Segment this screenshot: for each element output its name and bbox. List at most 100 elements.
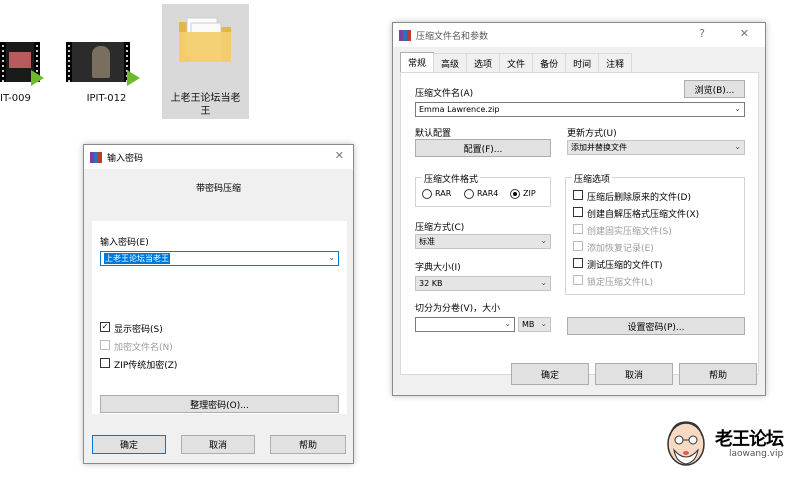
chevron-down-icon[interactable]: ⌄ <box>540 278 547 287</box>
method-label: 压缩方式(C) <box>415 223 465 233</box>
tab-strip: 常规 高级 选项 文件 备份 时间 注释 <box>400 52 633 72</box>
zip-legacy-checkbox[interactable] <box>100 358 110 368</box>
password-dialog-titlebar[interactable]: 输入密码 ✕ <box>84 145 353 169</box>
method-select[interactable]: 标准 ⌄ <box>415 234 551 249</box>
format-zip-radio[interactable] <box>510 189 520 199</box>
format-rar4-radio[interactable] <box>464 189 474 199</box>
password-dialog-title: 输入密码 <box>107 153 144 164</box>
chevron-down-icon[interactable]: ⌄ <box>328 253 335 262</box>
tab-backup[interactable]: 备份 <box>532 53 567 72</box>
format-group: 压缩文件格式 RAR RAR4 ZIP <box>415 172 551 207</box>
method-value: 标准 <box>419 237 435 246</box>
options-group-label: 压缩选项 <box>572 172 613 185</box>
winrar-icon <box>399 29 411 41</box>
archive-name-value: Emma Lawrence.zip <box>419 105 500 114</box>
solid-archive-checkbox[interactable] <box>573 224 583 234</box>
tab-options[interactable]: 选项 <box>466 53 501 72</box>
tab-general[interactable]: 常规 <box>400 52 435 72</box>
recovery-record-checkbox[interactable] <box>573 241 583 251</box>
file-tile-folder[interactable]: 上老王论坛当老王 <box>162 4 249 119</box>
delete-after-label: 压缩后删除原来的文件(D) <box>587 193 691 203</box>
file-label: 上老王论坛当老王 <box>170 93 241 117</box>
archive-name-input[interactable]: Emma Lawrence.zip ⌄ <box>415 102 745 117</box>
format-rar4-label: RAR4 <box>477 189 499 198</box>
help-icon[interactable]: ? <box>699 27 705 40</box>
set-password-button[interactable]: 设置密码(P)... <box>567 317 745 335</box>
general-tab-panel: 压缩文件名(A) 浏览(B)... Emma Lawrence.zip ⌄ 默认… <box>400 72 759 375</box>
lock-archive-checkbox[interactable] <box>573 275 583 285</box>
tab-time[interactable]: 时间 <box>565 53 600 72</box>
file-label: IPIT-012 <box>86 93 127 104</box>
logo-name: 老王论坛 <box>715 429 784 450</box>
dict-size-select[interactable]: 32 KB ⌄ <box>415 276 551 291</box>
help-button[interactable]: 帮助 <box>679 363 757 385</box>
chevron-down-icon[interactable]: ⌄ <box>540 236 547 245</box>
dict-size-value: 32 KB <box>419 279 443 288</box>
solid-archive-label: 创建固实压缩文件(S) <box>587 227 672 237</box>
browse-button[interactable]: 浏览(B)... <box>684 80 745 98</box>
ok-button[interactable]: 确定 <box>92 435 166 454</box>
format-rar-label: RAR <box>435 189 452 198</box>
play-badge-icon <box>31 70 44 86</box>
delete-after-checkbox[interactable] <box>573 190 583 200</box>
format-zip-label: ZIP <box>523 189 536 198</box>
archive-dialog-title: 压缩文件名和参数 <box>416 31 489 42</box>
password-dialog: 输入密码 ✕ 带密码压缩 输入密码(E) 上老王论坛当老王 ⌄ ✓ 显示密码(S… <box>83 144 354 464</box>
update-mode-label: 更新方式(U) <box>567 129 617 139</box>
dict-size-label: 字典大小(I) <box>415 263 461 273</box>
encrypt-names-checkbox[interactable] <box>100 340 110 350</box>
options-group: 压缩选项 压缩后删除原来的文件(D) 创建自解压格式压缩文件(X) 创建固实压缩… <box>565 172 745 295</box>
split-unit-value: MB <box>522 320 535 329</box>
profiles-button[interactable]: 配置(F)... <box>415 139 551 157</box>
update-mode-value: 添加并替换文件 <box>571 143 627 152</box>
chevron-down-icon[interactable]: ⌄ <box>540 319 547 328</box>
video-thumbnail-icon <box>66 42 130 82</box>
play-badge-icon <box>127 70 140 86</box>
folder-icon <box>179 17 231 62</box>
create-sfx-label: 创建自解压格式压缩文件(X) <box>587 210 700 220</box>
test-files-checkbox[interactable] <box>573 258 583 268</box>
winrar-icon <box>90 151 102 163</box>
cancel-button[interactable]: 取消 <box>595 363 673 385</box>
file-tile-it-009[interactable]: IT-009 <box>0 4 52 119</box>
zip-legacy-label: ZIP传统加密(Z) <box>114 361 178 371</box>
help-button[interactable]: 帮助 <box>270 435 346 454</box>
lock-archive-label: 锁定压缩文件(L) <box>587 278 654 288</box>
chevron-down-icon[interactable]: ⌄ <box>734 104 741 113</box>
tab-files[interactable]: 文件 <box>499 53 534 72</box>
split-unit-select[interactable]: MB ⌄ <box>518 317 551 332</box>
site-logo: 老王论坛 laowang.vip <box>664 418 796 470</box>
archive-dialog: 压缩文件名和参数 ? ✕ 常规 高级 选项 文件 备份 时间 注释 压缩文件名(… <box>392 22 766 396</box>
format-rar-radio[interactable] <box>422 189 432 199</box>
close-icon[interactable]: ✕ <box>740 27 749 40</box>
tab-comment[interactable]: 注释 <box>598 53 633 72</box>
recovery-record-label: 添加恢复记录(E) <box>587 244 654 254</box>
default-profile-label: 默认配置 <box>415 129 452 139</box>
split-label: 切分为分卷(V)，大小 <box>415 304 501 314</box>
ok-button[interactable]: 确定 <box>511 363 589 385</box>
organize-passwords-button[interactable]: 整理密码(O)... <box>100 395 339 413</box>
password-dialog-heading: 带密码压缩 <box>195 184 241 194</box>
archive-name-label: 压缩文件名(A) <box>415 89 474 99</box>
chevron-down-icon[interactable]: ⌄ <box>734 142 741 151</box>
password-label: 输入密码(E) <box>100 238 149 248</box>
create-sfx-checkbox[interactable] <box>573 207 583 217</box>
close-icon[interactable]: ✕ <box>335 149 344 162</box>
encrypt-names-label: 加密文件名(N) <box>114 343 173 353</box>
password-input[interactable]: 上老王论坛当老王 ⌄ <box>100 251 339 266</box>
file-tile-ipit-012[interactable]: IPIT-012 <box>61 4 152 119</box>
password-panel: 输入密码(E) 上老王论坛当老王 ⌄ ✓ 显示密码(S) 加密文件名(N) ZI… <box>92 221 347 414</box>
test-files-label: 测试压缩的文件(T) <box>587 261 663 271</box>
update-mode-select[interactable]: 添加并替换文件 ⌄ <box>567 140 745 155</box>
logo-url: laowang.vip <box>729 449 784 459</box>
old-man-face-icon <box>667 421 705 466</box>
cancel-button[interactable]: 取消 <box>181 435 255 454</box>
tab-advanced[interactable]: 高级 <box>433 53 468 72</box>
format-group-label: 压缩文件格式 <box>422 172 481 185</box>
archive-dialog-titlebar[interactable]: 压缩文件名和参数 ? ✕ <box>393 23 765 47</box>
show-password-checkbox[interactable]: ✓ <box>100 322 110 332</box>
chevron-down-icon[interactable]: ⌄ <box>504 319 511 328</box>
split-size-input[interactable]: ⌄ <box>415 317 515 332</box>
file-label: IT-009 <box>0 93 31 104</box>
show-password-label: 显示密码(S) <box>114 325 163 335</box>
